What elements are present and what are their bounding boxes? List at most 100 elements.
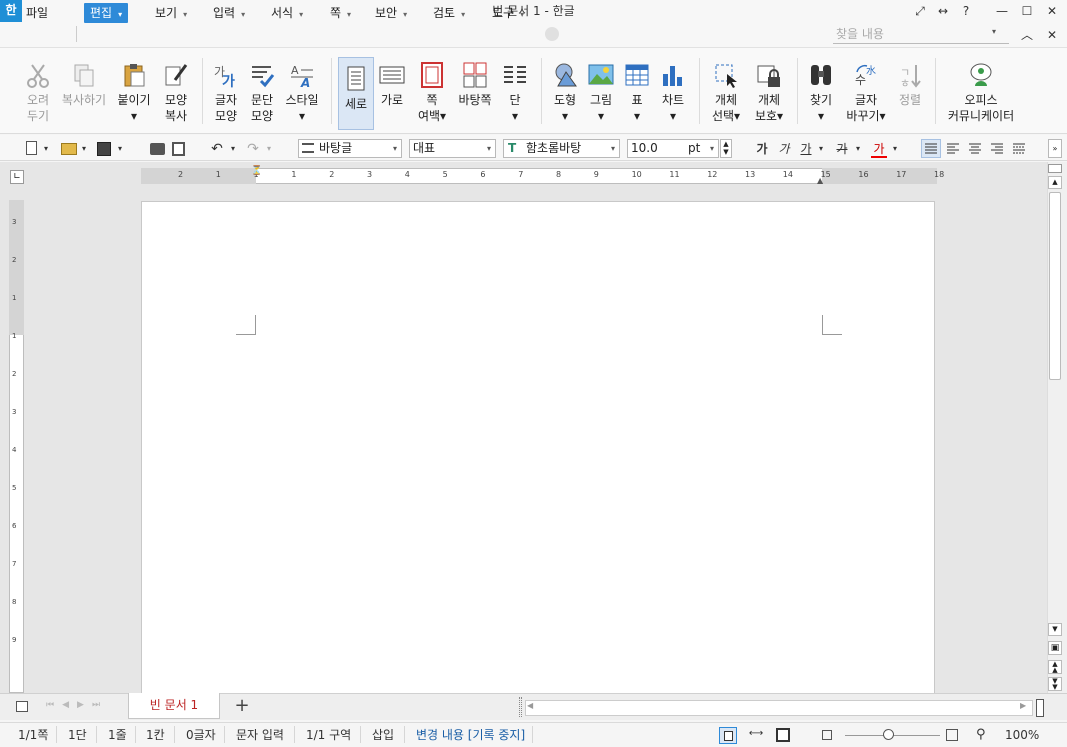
redo-icon[interactable]: ↷ xyxy=(244,140,262,158)
page-mode-icon[interactable]: ▣ xyxy=(1048,641,1062,655)
status-insert-mode[interactable]: 삽입 xyxy=(372,727,394,743)
ribbon-collapse-icon[interactable]: ︿ xyxy=(1018,26,1036,44)
help-button[interactable]: ? xyxy=(957,2,975,20)
scroll-left-button[interactable]: ◀ xyxy=(527,701,533,710)
strike-dropdown-icon[interactable]: ▾ xyxy=(853,140,863,158)
para-shape-button[interactable]: 문단 모양 xyxy=(242,54,282,130)
scroll-right-button[interactable]: ▶ xyxy=(1020,701,1026,710)
fullscreen-icon[interactable]: ⤢ xyxy=(911,2,929,20)
new-dropdown-icon[interactable]: ▾ xyxy=(41,140,51,158)
status-input-mode[interactable]: 문자 입력 xyxy=(236,727,284,743)
underline-button[interactable]: 가 xyxy=(798,140,814,158)
font-color-button[interactable]: 가 xyxy=(871,140,887,158)
status-track-changes[interactable]: 변경 내용 [기록 중지] xyxy=(416,727,525,743)
strikethrough-button[interactable]: 가 xyxy=(834,140,850,158)
status-page[interactable]: 1/1쪽 xyxy=(18,727,48,743)
prev-page-button[interactable]: ▲ ▲ xyxy=(1048,660,1062,674)
split-view-icon[interactable] xyxy=(1048,164,1062,173)
find-input[interactable]: 찾을 내용 xyxy=(833,26,1009,44)
save-dropdown-icon[interactable]: ▾ xyxy=(115,140,125,158)
save-icon[interactable] xyxy=(97,142,111,156)
online-icon[interactable] xyxy=(545,27,559,41)
horizontal-scrollbar[interactable] xyxy=(525,700,1033,716)
picture-button[interactable]: 그림 ▾ xyxy=(584,54,618,130)
landscape-button[interactable]: 가로 xyxy=(376,54,408,130)
background-page-button[interactable]: 바탕쪽 xyxy=(452,54,498,130)
menu-insert[interactable]: 입력 ▾ xyxy=(209,3,249,23)
document-page[interactable] xyxy=(141,201,935,694)
right-indent-marker[interactable]: ▲ xyxy=(817,176,823,185)
language-select[interactable]: 대표 ▾ xyxy=(409,139,496,158)
open-folder-icon[interactable] xyxy=(61,143,77,155)
undo-dropdown-icon[interactable]: ▾ xyxy=(228,140,238,158)
align-left-button[interactable] xyxy=(944,140,962,157)
zoom-out-icon[interactable] xyxy=(822,730,832,740)
magnifier-icon[interactable]: ⚲ xyxy=(976,727,986,742)
replace-button[interactable]: 수水 글자 바꾸기▾ xyxy=(842,54,890,130)
splitter-handle[interactable] xyxy=(519,697,522,717)
underline-dropdown-icon[interactable]: ▾ xyxy=(816,140,826,158)
maximize-button[interactable]: ☐ xyxy=(1018,2,1036,20)
scroll-up-button[interactable]: ▲ xyxy=(1048,176,1062,189)
minimize-button[interactable]: — xyxy=(993,2,1011,20)
tab-doc-1[interactable]: 빈 문서 1 xyxy=(128,693,220,719)
paste-button[interactable]: 붙이기 ▾ xyxy=(114,54,154,130)
toolbar-more-icon[interactable]: » xyxy=(1048,139,1062,158)
align-right-button[interactable] xyxy=(988,140,1006,157)
zoom-in-icon[interactable] xyxy=(946,729,958,741)
next-page-button[interactable]: ▼ ▼ xyxy=(1048,677,1062,691)
menu-tools[interactable]: 도구 ▾ xyxy=(488,3,528,23)
chart-button[interactable]: 차트 ▾ xyxy=(656,54,690,130)
object-protect-button[interactable]: 개체 보호▾ xyxy=(748,54,790,130)
fit-width-icon[interactable]: ↔ xyxy=(934,2,952,20)
page-margin-button[interactable]: 쪽 여백▾ xyxy=(412,54,452,130)
open-dropdown-icon[interactable]: ▾ xyxy=(79,140,89,158)
font-color-dropdown-icon[interactable]: ▾ xyxy=(890,140,900,158)
copy-button[interactable]: 복사하기 xyxy=(60,54,108,130)
format-copy-button[interactable]: 모양 복사 xyxy=(156,54,196,130)
left-indent-marker[interactable]: ⏳ xyxy=(251,166,262,176)
menu-edit[interactable]: 편집 ▾ xyxy=(84,3,129,23)
italic-button[interactable]: 가 xyxy=(776,140,792,158)
table-button[interactable]: 표 ▾ xyxy=(620,54,654,130)
style-select[interactable]: 바탕글 ▾ xyxy=(298,139,402,158)
tab-list-icon[interactable] xyxy=(16,701,28,712)
view-full-page-icon[interactable] xyxy=(776,728,790,742)
portrait-button[interactable]: 세로 xyxy=(338,57,374,130)
zoom-level[interactable]: 100% xyxy=(1005,727,1039,743)
cut-button[interactable]: 오려 두기 xyxy=(18,54,58,130)
menu-page[interactable]: 쪽 ▾ xyxy=(326,3,355,23)
find-dropdown-icon[interactable]: ▾ xyxy=(992,27,996,36)
font-select[interactable]: T 함초롬바탕 ▾ xyxy=(503,139,620,158)
hscroll-thumb[interactable] xyxy=(1036,699,1044,717)
menu-format[interactable]: 서식 ▾ xyxy=(267,3,307,23)
redo-dropdown-icon[interactable]: ▾ xyxy=(264,140,274,158)
style-button[interactable]: AA 스타일 ▾ xyxy=(282,54,322,130)
menu-review[interactable]: 검토 ▾ xyxy=(429,3,469,23)
print-icon[interactable] xyxy=(150,143,165,155)
justify-button[interactable] xyxy=(921,139,941,158)
close-button[interactable]: ✕ xyxy=(1043,2,1061,20)
office-communicator-button[interactable]: 오피스 커뮤니케이터 xyxy=(944,54,1018,130)
font-size-spinner[interactable]: ▲ ▼ xyxy=(720,139,732,158)
object-select-button[interactable]: 개체 선택▾ xyxy=(705,54,747,130)
ribbon-close-icon[interactable]: ✕ xyxy=(1043,26,1061,44)
scroll-thumb[interactable] xyxy=(1049,192,1061,380)
ruler-toggle-icon[interactable]: ∟ xyxy=(10,170,24,184)
align-center-button[interactable] xyxy=(966,140,984,157)
new-document-icon[interactable] xyxy=(26,141,37,155)
undo-icon[interactable]: ↶ xyxy=(208,140,226,158)
tab-nav-arrows[interactable]: ⏮◀▶⏭ xyxy=(46,700,108,710)
distribute-button[interactable] xyxy=(1010,140,1028,157)
view-fit-width-icon[interactable]: ⟷ xyxy=(748,728,764,743)
bold-button[interactable]: 가 xyxy=(754,140,770,158)
shape-button[interactable]: 도형 ▾ xyxy=(547,54,583,130)
zoom-slider-handle[interactable] xyxy=(883,729,894,740)
column-button[interactable]: 단 ▾ xyxy=(498,54,532,130)
font-size-input[interactable]: 10.0 pt ▾ xyxy=(627,139,719,158)
menu-view[interactable]: 보기 ▾ xyxy=(151,3,191,23)
menu-file[interactable]: 파일 xyxy=(22,3,52,23)
menu-security[interactable]: 보안 ▾ xyxy=(371,3,411,23)
char-shape-button[interactable]: 가가 글자 모양 xyxy=(206,54,246,130)
view-page-icon[interactable] xyxy=(719,727,737,744)
